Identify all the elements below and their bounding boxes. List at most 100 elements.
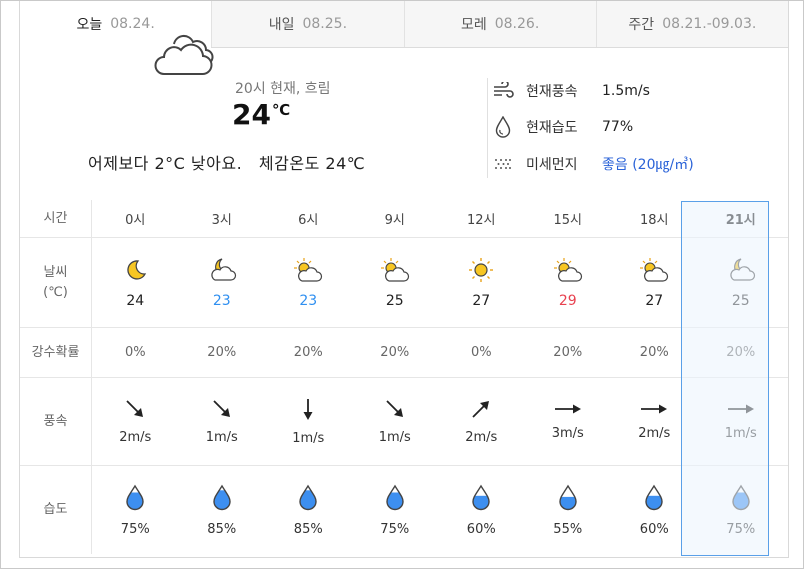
compare-text: 어제보다 2°C 낮아요. (88, 154, 243, 173)
humidity-percent: 60% (466, 521, 496, 537)
tab-label: 내일 (268, 17, 295, 33)
humidity-percent: 55% (553, 521, 583, 537)
hour-temperature: 23 (299, 292, 318, 309)
weather-cell[interactable]: 27 (438, 238, 525, 327)
droplet-icon (644, 484, 664, 516)
hourly-table: 시간 0시 3시 6시 9시 12시 15시 18시 21시 날씨 (℃) 24 23 23 25 27… (20, 200, 788, 554)
droplet-icon (471, 484, 491, 516)
humidity-percent: 75% (380, 521, 410, 537)
moon-icon (122, 257, 148, 287)
row-header: 시간 (20, 200, 92, 237)
feels-like-text: 체감온도 24℃ (258, 154, 366, 173)
sun-cloud-icon (553, 257, 583, 287)
rain-probability: 0% (124, 345, 146, 360)
arrow-down-right-icon (124, 398, 146, 424)
wind-cell: 1m/s (352, 378, 439, 465)
weather-cell[interactable]: 24 (92, 238, 179, 327)
droplet-icon (385, 484, 405, 516)
wind-row: 풍속 2m/s 1m/s 1m/s 1m/s 2m/s 3m/s 2m/s 1m/s (20, 378, 788, 466)
humidity-cell: 55% (525, 466, 612, 554)
humidity-cell: 75% (352, 466, 439, 554)
tab-date: 08.25. (302, 16, 348, 32)
humidity-cell: 85% (179, 466, 266, 554)
arrow-down-right-icon (211, 398, 233, 424)
tab-date: 08.24. (110, 16, 155, 32)
rain-probability: 20% (380, 345, 410, 360)
hour-label[interactable]: 0시 (92, 200, 179, 237)
weather-cell[interactable]: 27 (611, 238, 698, 327)
hour-temperature: 24 (126, 292, 145, 309)
hour-label[interactable]: 12시 (438, 200, 525, 237)
weather-cell[interactable]: 29 (525, 238, 612, 327)
weather-cell[interactable]: 23 (265, 238, 352, 327)
humidity-cell: 85% (265, 466, 352, 554)
humidity-percent: 75% (120, 521, 150, 537)
rain-probability: 20% (207, 345, 237, 360)
humidity-cell: 60% (611, 466, 698, 554)
tab-tomorrow[interactable]: 내일 08.25. (211, 1, 403, 47)
rain-row: 강수확률 0% 20% 20% 20% 0% 20% 20% 20% (20, 328, 788, 378)
wind-cell: 3m/s (525, 378, 612, 465)
current-temperature: 24℃ (232, 98, 290, 131)
cloudy-icon (152, 30, 214, 82)
hour-label[interactable]: 18시 (611, 200, 698, 237)
day-tabs: 오늘 08.24. 내일 08.25. 모레 08.26. 주간 08.21.-… (20, 1, 788, 48)
row-header: 습도 (20, 466, 92, 554)
weather-cell[interactable]: 23 (179, 238, 266, 327)
row-header-line: 날씨 (43, 265, 68, 280)
sun-cloud-icon (639, 257, 669, 287)
hour-label[interactable]: 15시 (525, 200, 612, 237)
arrow-up-right-icon (470, 398, 492, 424)
tab-day-after[interactable]: 모레 08.26. (403, 1, 596, 47)
wind-speed: 1m/s (292, 431, 325, 446)
wind-cell: 2m/s (438, 378, 525, 465)
humidity-percent: 85% (207, 521, 237, 537)
humidity-label: 현재습도 (526, 120, 578, 136)
droplet-icon (558, 484, 578, 516)
humidity-value: 77% (602, 119, 634, 135)
droplet-icon (212, 484, 232, 516)
hour-temperature: 27 (645, 292, 664, 309)
humidity-cell: 75% (92, 466, 179, 554)
wind-label: 현재풍속 (526, 84, 578, 100)
humidity-percent: 75% (726, 521, 756, 537)
wind-cell: 2m/s (92, 378, 179, 465)
hour-label[interactable]: 3시 (179, 200, 266, 237)
wind-stat: 현재풍속 1.5m/s (492, 80, 650, 102)
wind-value: 1.5m/s (602, 83, 650, 99)
wind-speed: 2m/s (465, 430, 498, 445)
wind-cell: 2m/s (611, 378, 698, 465)
hour-label[interactable]: 6시 (265, 200, 352, 237)
tab-label: 모레 (460, 17, 487, 33)
row-header: 날씨 (℃) (20, 238, 92, 327)
droplet-icon (492, 116, 514, 138)
hour-label[interactable]: 21시 (698, 200, 785, 237)
tab-date: 08.21.-09.03. (662, 16, 757, 32)
temp-comparison: 어제보다 2°C 낮아요. 체감온도 24℃ (88, 150, 365, 174)
arrow-right-icon (727, 402, 755, 420)
current-description: 20시 현재, 흐림 (235, 81, 331, 97)
humidity-cell: 75% (698, 466, 785, 554)
rain-probability: 20% (293, 345, 323, 360)
hour-label[interactable]: 9시 (352, 200, 439, 237)
droplet-icon (731, 484, 751, 516)
row-header-line: (℃) (43, 284, 68, 300)
wind-speed: 1m/s (724, 426, 757, 441)
droplet-icon (125, 484, 145, 516)
weather-cell[interactable]: 25 (698, 238, 785, 327)
hour-temperature: 25 (731, 292, 750, 309)
droplet-icon (298, 484, 318, 516)
humidity-cell: 60% (438, 466, 525, 554)
tab-weekly[interactable]: 주간 08.21.-09.03. (595, 1, 788, 47)
tab-date: 08.26. (494, 16, 540, 32)
row-header: 풍속 (20, 378, 92, 465)
dust-icon (492, 153, 514, 175)
wind-icon (492, 80, 514, 102)
dust-value: 좋음 (20㎍/㎥) (602, 157, 694, 173)
stats-divider (487, 78, 488, 178)
wind-speed: 3m/s (551, 426, 584, 441)
tab-label: 오늘 (76, 17, 103, 33)
moon-cloud-icon (207, 257, 237, 287)
hour-temperature: 25 (385, 292, 404, 309)
weather-cell[interactable]: 25 (352, 238, 439, 327)
